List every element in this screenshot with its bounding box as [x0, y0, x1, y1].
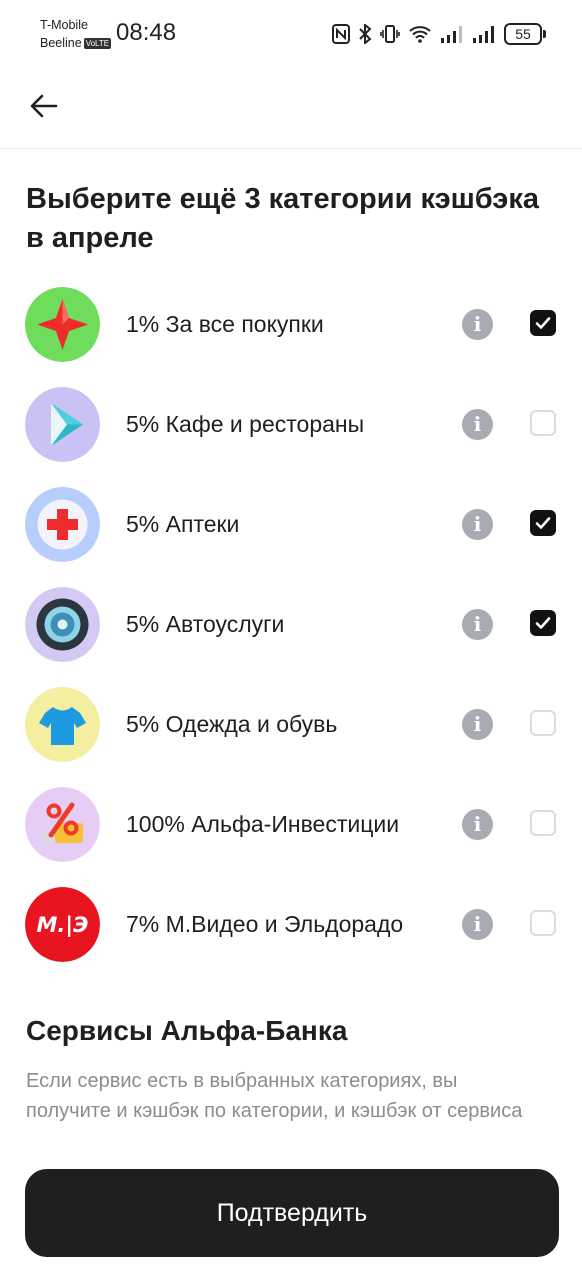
red-star-icon — [25, 287, 100, 362]
category-label: 5% Одежда и обувь — [126, 711, 338, 737]
category-checkbox[interactable] — [530, 910, 556, 936]
svg-text:М.|Э: М.|Э — [37, 913, 89, 938]
back-button[interactable] — [24, 86, 64, 126]
clock: 08:48 — [116, 19, 177, 46]
info-icon[interactable]: i — [462, 609, 493, 640]
volte-badge: VoLTE — [83, 38, 112, 50]
carrier-1: T-Mobile — [40, 18, 88, 32]
category-checkbox[interactable] — [530, 310, 556, 336]
signal-icon — [441, 26, 462, 43]
scroll-fade — [0, 1128, 582, 1158]
medical-cross-icon — [25, 487, 100, 562]
info-icon[interactable]: i — [462, 909, 493, 940]
category-row-alfa-investments[interactable]: 100% Альфа-Инвестиции i — [0, 774, 582, 874]
car-wheel-icon — [25, 587, 100, 662]
category-label: 1% За все покупки — [126, 311, 324, 337]
category-row-clothes[interactable]: 5% Одежда и обувь i — [0, 674, 582, 774]
category-checkbox[interactable] — [530, 710, 556, 736]
category-row-mvideo[interactable]: М.|Э 7% М.Видео и Эльдорадо i — [0, 874, 582, 974]
category-label: 7% М.Видео и Эльдорадо — [126, 911, 404, 937]
status-icons: 55 — [332, 22, 546, 46]
info-icon[interactable]: i — [462, 309, 493, 340]
percent-icon — [25, 787, 100, 862]
vibrate-icon — [380, 25, 400, 43]
t-shirt-icon — [25, 687, 100, 762]
info-icon[interactable]: i — [462, 809, 493, 840]
category-checkbox[interactable] — [530, 610, 556, 636]
battery-level: 55 — [504, 23, 542, 45]
info-icon[interactable]: i — [462, 709, 493, 740]
category-label: 5% Автоуслуги — [126, 611, 285, 637]
category-checkbox[interactable] — [530, 410, 556, 436]
services-title: Сервисы Альфа-Банка — [26, 1015, 348, 1046]
category-label: 5% Кафе и рестораны — [126, 411, 365, 437]
bluetooth-icon — [359, 24, 372, 44]
wifi-icon — [409, 26, 431, 43]
nfc-icon — [332, 24, 350, 44]
category-checkbox[interactable] — [530, 810, 556, 836]
play-triangle-icon — [25, 387, 100, 462]
header-divider — [0, 148, 582, 149]
carrier-2: Beeline — [40, 36, 82, 50]
confirm-button[interactable]: Подтвердить — [25, 1169, 559, 1257]
services-description: Если сервис есть в выбранных категориях,… — [26, 1070, 523, 1122]
battery-icon: 55 — [504, 23, 546, 45]
arrow-left-icon — [30, 94, 58, 118]
signal-icon — [473, 26, 494, 43]
info-icon[interactable]: i — [462, 509, 493, 540]
category-row-auto[interactable]: 5% Автоуслуги i — [0, 574, 582, 674]
category-label: 5% Аптеки — [126, 511, 240, 537]
info-icon[interactable]: i — [462, 409, 493, 440]
page-title: Выберите ещё 3 категории кэшбэка в апрел… — [26, 183, 539, 254]
category-label: 100% Альфа-Инвестиции — [126, 811, 400, 837]
mvideo-eldorado-logo: М.|Э — [25, 887, 100, 962]
category-row-cafe[interactable]: 5% Кафе и рестораны i — [0, 374, 582, 474]
category-row-pharmacy[interactable]: 5% Аптеки i — [0, 474, 582, 574]
category-checkbox[interactable] — [530, 510, 556, 536]
category-row-all-purchases[interactable]: 1% За все покупки i — [0, 274, 582, 374]
status-bar: T-Mobile Beeline VoLTE 08:48 55 — [0, 0, 582, 64]
carrier-info: T-Mobile Beeline VoLTE — [40, 16, 112, 52]
